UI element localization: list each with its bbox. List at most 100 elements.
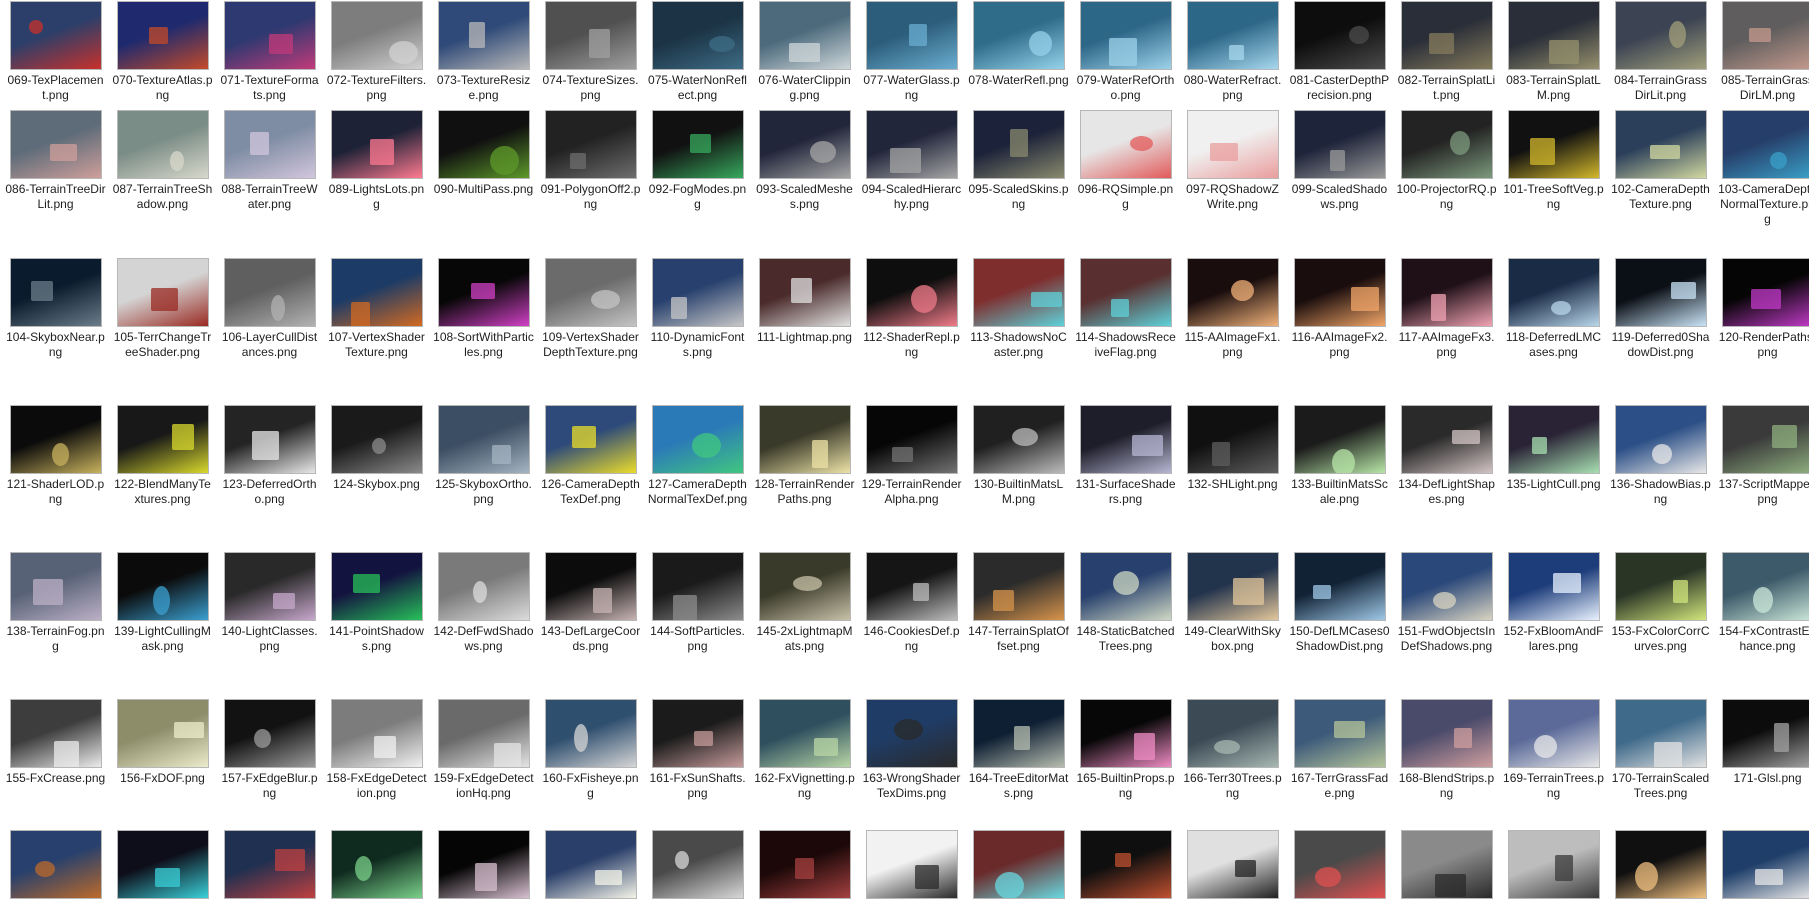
file-thumbnail[interactable]: 081-CasterDepthPrecision.png xyxy=(1286,1,1393,103)
file-thumbnail[interactable]: 147-TerrainSplatOffset.png xyxy=(965,552,1072,654)
file-thumbnail[interactable]: 126-CameraDepthTexDef.png xyxy=(537,405,644,507)
file-thumbnail[interactable] xyxy=(1072,830,1179,902)
file-thumbnail[interactable]: 085-TerrainGrassDirLM.png xyxy=(1714,1,1809,103)
file-thumbnail[interactable]: 102-CameraDepthTexture.png xyxy=(1607,110,1714,212)
file-thumbnail[interactable]: 170-TerrainScaledTrees.png xyxy=(1607,699,1714,801)
file-thumbnail[interactable] xyxy=(1607,830,1714,902)
file-thumbnail[interactable]: 127-CameraDepthNormalTexDef.png xyxy=(644,405,751,507)
file-thumbnail[interactable]: 109-VertexShaderDepthTexture.png xyxy=(537,258,644,360)
file-thumbnail[interactable]: 107-VertexShaderTexture.png xyxy=(323,258,430,360)
file-thumbnail[interactable] xyxy=(644,830,751,902)
file-thumbnail[interactable]: 148-StaticBatchedTrees.png xyxy=(1072,552,1179,654)
file-thumbnail[interactable]: 136-ShadowBias.png xyxy=(1607,405,1714,507)
file-thumbnail[interactable]: 106-LayerCullDistances.png xyxy=(216,258,323,360)
file-thumbnail[interactable]: 078-WaterRefl.png xyxy=(965,1,1072,88)
file-thumbnail[interactable]: 149-ClearWithSkybox.png xyxy=(1179,552,1286,654)
file-thumbnail[interactable]: 092-FogModes.png xyxy=(644,110,751,212)
file-thumbnail[interactable]: 093-ScaledMeshes.png xyxy=(751,110,858,212)
file-thumbnail[interactable]: 091-PolygonOff2.png xyxy=(537,110,644,212)
file-thumbnail[interactable]: 079-WaterRefOrtho.png xyxy=(1072,1,1179,103)
file-thumbnail[interactable]: 117-AAImageFx3.png xyxy=(1393,258,1500,360)
file-thumbnail[interactable]: 121-ShaderLOD.png xyxy=(2,405,109,507)
file-thumbnail[interactable]: 110-DynamicFonts.png xyxy=(644,258,751,360)
file-thumbnail[interactable]: 155-FxCrease.png xyxy=(2,699,109,786)
file-thumbnail[interactable]: 141-PointShadows.png xyxy=(323,552,430,654)
file-thumbnail[interactable]: 133-BuiltinMatsScale.png xyxy=(1286,405,1393,507)
file-thumbnail[interactable]: 108-SortWithParticles.png xyxy=(430,258,537,360)
file-thumbnail[interactable]: 140-LightClasses.png xyxy=(216,552,323,654)
file-thumbnail[interactable]: 073-TextureResize.png xyxy=(430,1,537,103)
file-thumbnail[interactable]: 123-DeferredOrtho.png xyxy=(216,405,323,507)
file-thumbnail[interactable]: 152-FxBloomAndFlares.png xyxy=(1500,552,1607,654)
file-thumbnail[interactable]: 077-WaterGlass.png xyxy=(858,1,965,103)
file-thumbnail[interactable]: 143-DefLargeCoords.png xyxy=(537,552,644,654)
file-thumbnail[interactable]: 111-Lightmap.png xyxy=(751,258,858,345)
file-thumbnail[interactable]: 104-SkyboxNear.png xyxy=(2,258,109,360)
file-thumbnail[interactable]: 129-TerrainRenderAlpha.png xyxy=(858,405,965,507)
file-thumbnail[interactable] xyxy=(751,830,858,902)
file-thumbnail[interactable]: 119-Deferred0ShadowDist.png xyxy=(1607,258,1714,360)
file-thumbnail[interactable]: 162-FxVignetting.png xyxy=(751,699,858,801)
file-thumbnail[interactable]: 145-2xLightmapMats.png xyxy=(751,552,858,654)
file-thumbnail[interactable] xyxy=(109,830,216,902)
file-thumbnail[interactable]: 161-FxSunShafts.png xyxy=(644,699,751,801)
file-thumbnail[interactable]: 101-TreeSoftVeg.png xyxy=(1500,110,1607,212)
file-thumbnail[interactable]: 146-CookiesDef.png xyxy=(858,552,965,654)
file-thumbnail[interactable]: 096-RQSimple.png xyxy=(1072,110,1179,212)
file-thumbnail[interactable]: 095-ScaledSkins.png xyxy=(965,110,1072,212)
file-thumbnail[interactable] xyxy=(1500,830,1607,902)
file-thumbnail[interactable]: 144-SoftParticles.png xyxy=(644,552,751,654)
file-thumbnail[interactable] xyxy=(1393,830,1500,902)
file-thumbnail[interactable]: 165-BuiltinProps.png xyxy=(1072,699,1179,801)
file-thumbnail[interactable]: 105-TerrChangeTreeShader.png xyxy=(109,258,216,360)
file-thumbnail[interactable]: 138-TerrainFog.png xyxy=(2,552,109,654)
file-thumbnail[interactable]: 122-BlendManyTextures.png xyxy=(109,405,216,507)
file-thumbnail[interactable] xyxy=(216,830,323,902)
file-thumbnail[interactable]: 142-DefFwdShadows.png xyxy=(430,552,537,654)
file-thumbnail[interactable]: 076-WaterClipping.png xyxy=(751,1,858,103)
file-thumbnail[interactable]: 151-FwdObjectsInDefShadows.png xyxy=(1393,552,1500,654)
file-thumbnail[interactable]: 169-TerrainTrees.png xyxy=(1500,699,1607,801)
file-thumbnail[interactable]: 083-TerrainSplatLM.png xyxy=(1500,1,1607,103)
file-thumbnail[interactable]: 075-WaterNonReflect.png xyxy=(644,1,751,103)
file-thumbnail[interactable]: 168-BlendStrips.png xyxy=(1393,699,1500,801)
file-thumbnail[interactable]: 159-FxEdgeDetectionHq.png xyxy=(430,699,537,801)
file-thumbnail[interactable]: 128-TerrainRenderPaths.png xyxy=(751,405,858,507)
file-thumbnail[interactable]: 118-DeferredLMCases.png xyxy=(1500,258,1607,360)
file-thumbnail[interactable]: 072-TextureFilters.png xyxy=(323,1,430,103)
file-thumbnail[interactable] xyxy=(537,830,644,902)
file-thumbnail[interactable]: 156-FxDOF.png xyxy=(109,699,216,786)
file-thumbnail[interactable]: 157-FxEdgeBlur.png xyxy=(216,699,323,801)
file-thumbnail[interactable]: 132-SHLight.png xyxy=(1179,405,1286,492)
file-thumbnail[interactable]: 150-DefLMCases0ShadowDist.png xyxy=(1286,552,1393,654)
file-thumbnail[interactable]: 139-LightCullingMask.png xyxy=(109,552,216,654)
file-thumbnail[interactable]: 114-ShadowsReceiveFlag.png xyxy=(1072,258,1179,360)
file-thumbnail[interactable]: 097-RQShadowZWrite.png xyxy=(1179,110,1286,212)
file-thumbnail[interactable]: 112-ShaderRepl.png xyxy=(858,258,965,360)
file-thumbnail[interactable]: 171-Glsl.png xyxy=(1714,699,1809,786)
file-thumbnail[interactable]: 069-TexPlacement.png xyxy=(2,1,109,103)
file-thumbnail[interactable]: 082-TerrainSplatLit.png xyxy=(1393,1,1500,103)
file-thumbnail[interactable]: 086-TerrainTreeDirLit.png xyxy=(2,110,109,212)
file-thumbnail[interactable]: 130-BuiltinMatsLM.png xyxy=(965,405,1072,507)
file-thumbnail[interactable]: 153-FxColorCorrCurves.png xyxy=(1607,552,1714,654)
file-thumbnail[interactable]: 166-Terr30Trees.png xyxy=(1179,699,1286,801)
file-thumbnail[interactable]: 113-ShadowsNoCaster.png xyxy=(965,258,1072,360)
file-thumbnail[interactable] xyxy=(430,830,537,902)
file-thumbnail[interactable]: 134-DefLightShapes.png xyxy=(1393,405,1500,507)
file-thumbnail[interactable]: 158-FxEdgeDetection.png xyxy=(323,699,430,801)
file-thumbnail[interactable] xyxy=(1179,830,1286,902)
file-thumbnail[interactable]: 089-LightsLots.png xyxy=(323,110,430,212)
file-thumbnail[interactable]: 120-RenderPaths.png xyxy=(1714,258,1809,360)
file-thumbnail[interactable] xyxy=(1286,830,1393,902)
file-thumbnail[interactable]: 163-WrongShaderTexDims.png xyxy=(858,699,965,801)
file-thumbnail[interactable]: 131-SurfaceShaders.png xyxy=(1072,405,1179,507)
file-thumbnail[interactable]: 115-AAImageFx1.png xyxy=(1179,258,1286,360)
file-thumbnail[interactable] xyxy=(858,830,965,902)
file-thumbnail[interactable]: 135-LightCull.png xyxy=(1500,405,1607,492)
file-thumbnail[interactable]: 100-ProjectorRQ.png xyxy=(1393,110,1500,212)
file-thumbnail[interactable]: 125-SkyboxOrtho.png xyxy=(430,405,537,507)
file-thumbnail[interactable]: 070-TextureAtlas.png xyxy=(109,1,216,103)
file-thumbnail[interactable] xyxy=(965,830,1072,902)
file-thumbnail[interactable]: 124-Skybox.png xyxy=(323,405,430,492)
